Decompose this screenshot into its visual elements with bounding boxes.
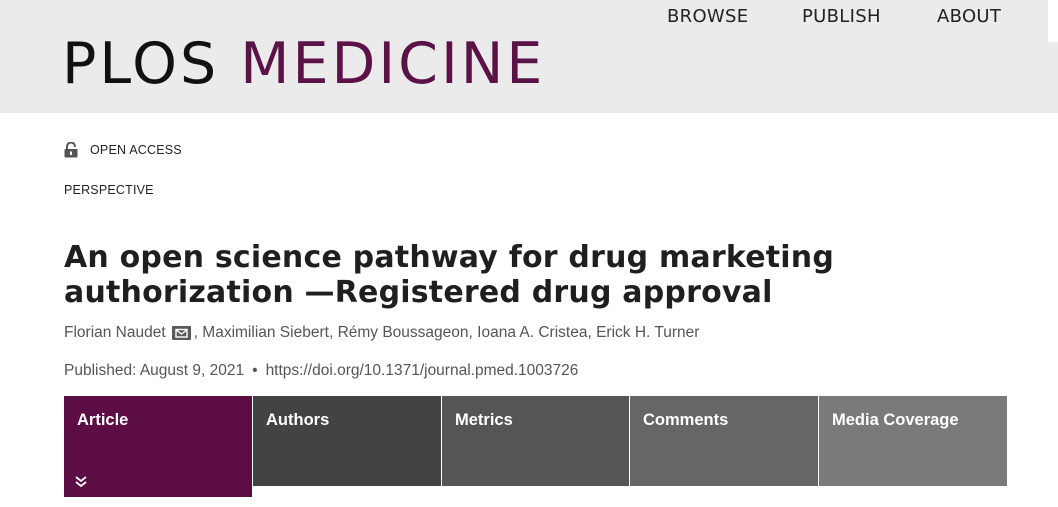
open-access-label: OPEN ACCESS bbox=[90, 143, 182, 157]
author-name[interactable]: Rémy Boussageon bbox=[338, 324, 469, 342]
site-header: BROWSE PUBLISH ABOUT PLOS MEDICINE bbox=[0, 0, 1058, 113]
nav-browse[interactable]: BROWSE bbox=[667, 6, 748, 27]
article-title: An open science pathway for drug marketi… bbox=[64, 240, 835, 310]
author-name[interactable]: Florian Naudet bbox=[64, 324, 166, 342]
doi-link[interactable]: https://doi.org/10.1371/journal.pmed.100… bbox=[266, 362, 579, 379]
header-edge bbox=[1048, 0, 1058, 42]
logo-plos: PLOS bbox=[62, 31, 220, 97]
open-access-badge: OPEN ACCESS bbox=[64, 141, 182, 159]
logo-medicine: MEDICINE bbox=[240, 31, 546, 97]
journal-logo[interactable]: PLOS MEDICINE bbox=[62, 30, 545, 98]
publication-info: Published: August 9, 2021 • https://doi.or… bbox=[64, 362, 578, 380]
article-type: PERSPECTIVE bbox=[64, 183, 154, 197]
author-name[interactable]: Maximilian Siebert bbox=[202, 324, 329, 342]
tab-authors[interactable]: Authors bbox=[253, 396, 441, 486]
tab-label: Article bbox=[77, 411, 129, 429]
tab-comments[interactable]: Comments bbox=[630, 396, 818, 486]
tab-metrics[interactable]: Metrics bbox=[442, 396, 629, 486]
nav-about[interactable]: ABOUT bbox=[937, 6, 1001, 27]
double-chevron-down-icon bbox=[75, 476, 87, 488]
tab-label: Metrics bbox=[455, 411, 513, 429]
envelope-icon[interactable] bbox=[171, 326, 191, 340]
author-name[interactable]: Erick H. Turner bbox=[596, 324, 699, 342]
author-name[interactable]: Ioana A. Cristea bbox=[477, 324, 587, 342]
tab-label: Authors bbox=[266, 411, 330, 429]
unlocked-padlock-icon bbox=[64, 142, 78, 158]
tab-article[interactable]: Article bbox=[64, 396, 252, 497]
separator-dot: • bbox=[252, 362, 258, 379]
tab-label: Media Coverage bbox=[832, 411, 959, 429]
tab-label: Comments bbox=[643, 411, 729, 429]
publication-date: Published: August 9, 2021 bbox=[64, 362, 245, 379]
nav-publish[interactable]: PUBLISH bbox=[802, 6, 881, 27]
author-list: Florian Naudet , Maximilian Siebert, Rém… bbox=[64, 324, 700, 342]
article-tabs: Article Authors Metrics Comments Media C… bbox=[64, 396, 1008, 497]
tab-media-coverage[interactable]: Media Coverage bbox=[819, 396, 1007, 486]
